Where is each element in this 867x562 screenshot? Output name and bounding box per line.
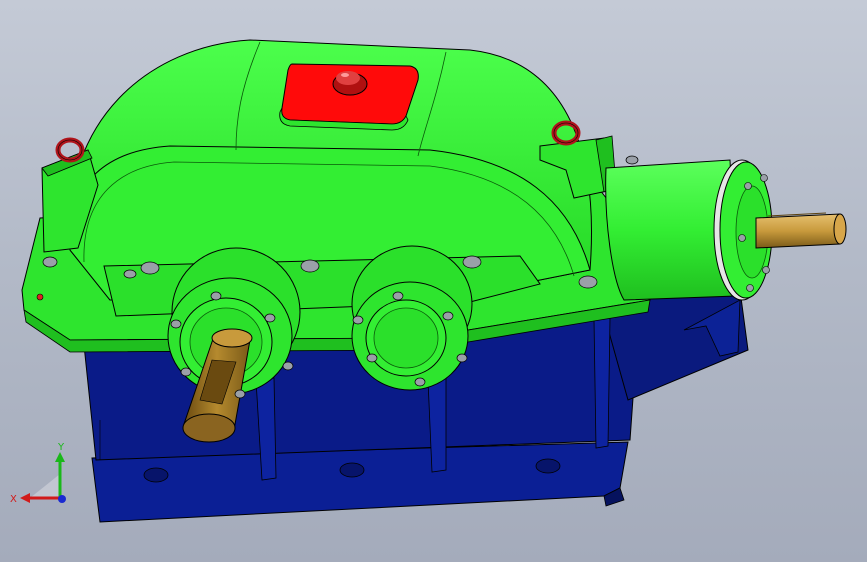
output-bearing-housing[interactable]	[605, 159, 773, 301]
x-axis-arrow	[20, 493, 30, 503]
axis-triad: Y X	[10, 442, 66, 505]
x-axis-label: X	[10, 494, 17, 505]
triad-plane	[30, 474, 60, 498]
y-axis-arrow	[55, 452, 65, 462]
y-axis-label: Y	[57, 442, 65, 453]
output-shaft[interactable]	[755, 212, 847, 249]
z-axis-dot	[58, 495, 66, 503]
inspection-cover[interactable]	[279, 63, 419, 131]
gear-reducer-model[interactable]	[0, 0, 867, 562]
graphics-viewport[interactable]: Y X	[0, 0, 867, 562]
intermediate-bearing-cap[interactable]	[351, 245, 473, 391]
